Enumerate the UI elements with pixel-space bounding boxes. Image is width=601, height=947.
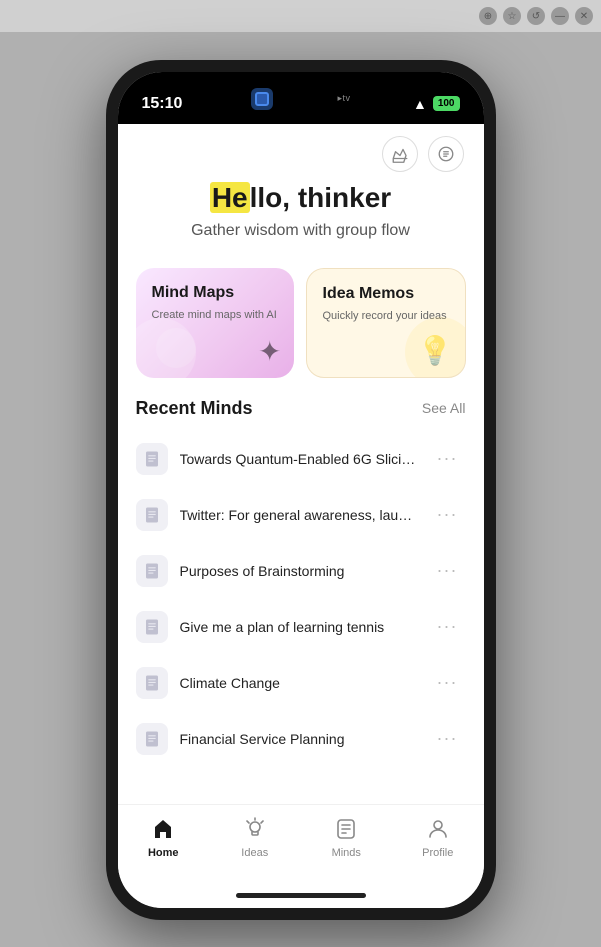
phone-frame: 15:10 ▸tv ▲ 100 <box>106 60 496 920</box>
ideas-nav-icon <box>241 815 269 843</box>
nav-item-minds[interactable]: Minds <box>301 815 393 859</box>
item-text-3: Purposes of Brainstorming <box>180 563 417 579</box>
document-icon <box>143 730 161 748</box>
document-icon <box>143 562 161 580</box>
item-icon-6 <box>136 723 168 755</box>
item-menu-5[interactable]: ··· <box>429 668 466 697</box>
list-item[interactable]: Purposes of Brainstorming ··· <box>118 543 484 599</box>
item-icon-5 <box>136 667 168 699</box>
dynamic-island: ▸tv <box>241 82 361 116</box>
bottom-nav: Home Ideas <box>118 804 484 884</box>
list-item[interactable]: Twitter: For general awareness, launch..… <box>118 487 484 543</box>
ideas-icon <box>243 817 267 841</box>
item-text-2: Twitter: For general awareness, launch..… <box>180 507 417 523</box>
item-icon-1 <box>136 443 168 475</box>
refresh-btn[interactable]: ↺ <box>527 7 545 25</box>
mind-maps-card[interactable]: Mind Maps Create mind maps with AI ✦ <box>136 268 294 378</box>
crown-icon <box>391 145 409 163</box>
deco-circle-3 <box>405 317 466 378</box>
document-icon <box>143 506 161 524</box>
document-icon <box>143 450 161 468</box>
status-time: 15:10 <box>142 95 183 113</box>
nav-item-profile[interactable]: Profile <box>392 815 484 859</box>
battery-badge: 100 <box>433 96 460 111</box>
ai-button[interactable] <box>428 136 464 172</box>
phone-screen: 15:10 ▸tv ▲ 100 <box>118 72 484 908</box>
recent-items-list: Towards Quantum-Enabled 6G Slicing-... ·… <box>118 431 484 767</box>
greeting-highlight: He <box>210 182 250 213</box>
greeting-rest: llo, thinker <box>250 182 392 213</box>
appletv-label: ▸tv <box>337 93 350 104</box>
item-icon-3 <box>136 555 168 587</box>
item-icon-2 <box>136 499 168 531</box>
mind-maps-deco: ✦ <box>258 335 281 368</box>
recent-section-title: Recent Minds <box>136 398 253 419</box>
home-bar <box>236 893 366 898</box>
item-menu-2[interactable]: ··· <box>429 500 466 529</box>
minds-nav-icon <box>332 815 360 843</box>
hero-greeting: Hello, thinker <box>210 182 391 214</box>
minds-icon <box>334 817 358 841</box>
item-icon-4 <box>136 611 168 643</box>
nav-item-home[interactable]: Home <box>118 815 210 859</box>
pin-btn[interactable]: ⊕ <box>479 7 497 25</box>
idea-memos-title: Idea Memos <box>323 285 449 303</box>
list-item[interactable]: Climate Change ··· <box>118 655 484 711</box>
hero-subtitle: Gather wisdom with group flow <box>142 222 460 240</box>
profile-nav-icon <box>424 815 452 843</box>
item-text-4: Give me a plan of learning tennis <box>180 619 417 635</box>
home-indicator <box>118 884 484 908</box>
minds-nav-label: Minds <box>332 847 361 859</box>
status-bar: 15:10 ▸tv ▲ 100 <box>118 72 484 124</box>
ai-icon <box>437 145 455 163</box>
island-app-icon <box>251 88 273 110</box>
item-text-1: Towards Quantum-Enabled 6G Slicing-... <box>180 451 417 467</box>
nav-item-ideas[interactable]: Ideas <box>209 815 301 859</box>
see-all-button[interactable]: See All <box>422 400 466 416</box>
star-btn[interactable]: ☆ <box>503 7 521 25</box>
header-icons <box>118 124 484 172</box>
document-icon <box>143 618 161 636</box>
deco-circle-2 <box>156 328 196 368</box>
item-menu-3[interactable]: ··· <box>429 556 466 585</box>
item-menu-4[interactable]: ··· <box>429 612 466 641</box>
window-chrome: ⊕ ☆ ↺ — ✕ <box>0 0 601 32</box>
wifi-icon: ▲ <box>413 96 427 112</box>
item-menu-1[interactable]: ··· <box>429 444 466 473</box>
idea-memos-card[interactable]: Idea Memos Quickly record your ideas 💡 <box>306 268 466 378</box>
minimize-btn[interactable]: — <box>551 7 569 25</box>
item-menu-6[interactable]: ··· <box>429 724 466 753</box>
home-icon <box>151 817 175 841</box>
list-item[interactable]: Towards Quantum-Enabled 6G Slicing-... ·… <box>118 431 484 487</box>
home-nav-label: Home <box>148 847 179 859</box>
list-item[interactable]: Give me a plan of learning tennis ··· <box>118 599 484 655</box>
hero-section: Hello, thinker Gather wisdom with group … <box>118 172 484 260</box>
list-item[interactable]: Financial Service Planning ··· <box>118 711 484 767</box>
mind-maps-title: Mind Maps <box>152 284 278 302</box>
status-right-icons: ▲ 100 <box>413 96 460 112</box>
feature-cards: Mind Maps Create mind maps with AI ✦ Ide… <box>118 260 484 394</box>
document-icon <box>143 674 161 692</box>
ideas-nav-label: Ideas <box>241 847 268 859</box>
crown-button[interactable] <box>382 136 418 172</box>
island-icon-inner <box>255 92 269 106</box>
close-btn[interactable]: ✕ <box>575 7 593 25</box>
recent-section-header: Recent Minds See All <box>118 394 484 431</box>
home-nav-icon <box>149 815 177 843</box>
main-content: Hello, thinker Gather wisdom with group … <box>118 124 484 804</box>
profile-icon <box>426 817 450 841</box>
profile-nav-label: Profile <box>422 847 453 859</box>
item-text-6: Financial Service Planning <box>180 731 417 747</box>
item-text-5: Climate Change <box>180 675 417 691</box>
phone-wrapper: 15:10 ▸tv ▲ 100 <box>106 60 496 920</box>
